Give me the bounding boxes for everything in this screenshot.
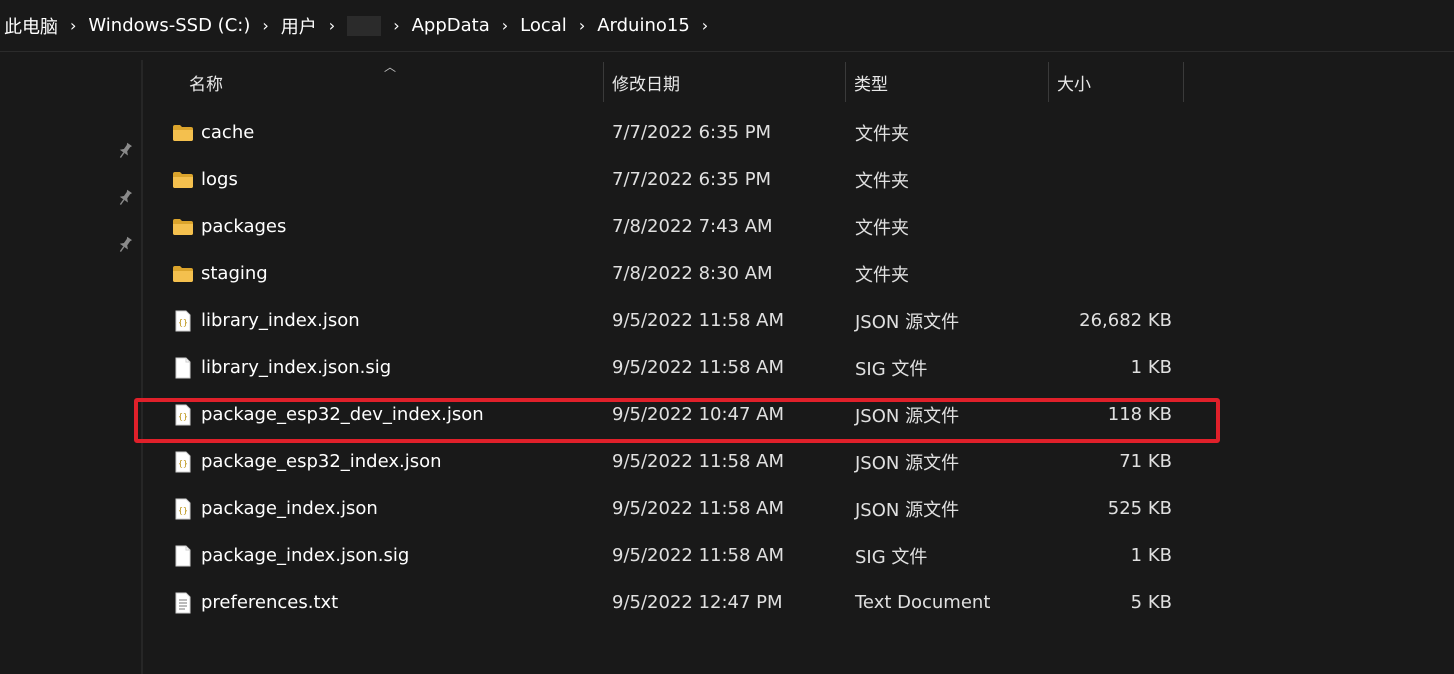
column-header-type[interactable]: 类型 <box>854 62 1044 102</box>
json-file-icon: {} <box>171 297 195 344</box>
file-type: 文件夹 <box>855 217 909 239</box>
file-size: 71 KB <box>1119 451 1172 472</box>
column-header-name[interactable]: 名称 <box>189 62 599 102</box>
file-name: library_index.json.sig <box>201 357 392 378</box>
file-modified-date: 7/8/2022 8:30 AM <box>612 263 773 284</box>
file-type: SIG 文件 <box>855 546 928 568</box>
svg-text:{}: {} <box>178 318 188 327</box>
breadcrumb-arduino15[interactable]: Arduino15 <box>593 15 694 36</box>
file-name: cache <box>201 122 255 143</box>
file-type: Text Document <box>855 592 991 613</box>
column-separator[interactable] <box>603 62 604 102</box>
file-size: 525 KB <box>1107 498 1172 519</box>
file-row[interactable]: logs 7/7/2022 6:35 PM 文件夹 <box>160 156 1190 203</box>
chevron-right-icon[interactable]: › <box>385 16 407 35</box>
file-type: 文件夹 <box>855 170 909 192</box>
file-name: package_index.json.sig <box>201 545 410 566</box>
file-size: 26,682 KB <box>1079 310 1172 331</box>
file-modified-date: 9/5/2022 11:58 AM <box>612 498 785 519</box>
file-name: preferences.txt <box>201 592 339 613</box>
file-modified-date: 9/5/2022 11:58 AM <box>612 451 785 472</box>
svg-text:{}: {} <box>178 506 188 515</box>
file-row[interactable]: cache 7/7/2022 6:35 PM 文件夹 <box>160 109 1190 156</box>
file-row[interactable]: {} library_index.json 9/5/2022 11:58 AM JSO… <box>160 297 1190 344</box>
file-type: SIG 文件 <box>855 358 928 380</box>
file-row[interactable]: library_index.json.sig 9/5/2022 11:58 AM S… <box>160 344 1190 391</box>
file-size <box>1030 109 1172 156</box>
file-modified-date: 9/5/2022 12:47 PM <box>612 592 783 613</box>
pin-icon[interactable] <box>115 188 135 208</box>
file-row[interactable]: {} package_index.json 9/5/2022 11:58 AM JSO… <box>160 485 1190 532</box>
chevron-right-icon[interactable]: › <box>694 16 716 35</box>
chevron-right-icon[interactable]: › <box>494 16 516 35</box>
file-row[interactable]: packages 7/8/2022 7:43 AM 文件夹 <box>160 203 1190 250</box>
blank-file-icon <box>171 344 195 391</box>
file-modified-date: 7/8/2022 7:43 AM <box>612 216 773 237</box>
file-type: JSON 源文件 <box>855 311 960 333</box>
highlight-annotation <box>134 398 1220 443</box>
file-row[interactable]: {} package_esp32_index.json 9/5/2022 11:58… <box>160 438 1190 485</box>
file-name: library_index.json <box>201 310 360 331</box>
blank-file-icon <box>171 532 195 579</box>
chevron-right-icon[interactable]: › <box>62 16 84 35</box>
folder-icon <box>171 250 195 297</box>
file-row[interactable]: preferences.txt 9/5/2022 12:47 PM Text Doc… <box>160 579 1190 626</box>
file-name: package_esp32_index.json <box>201 451 442 472</box>
chevron-right-icon[interactable]: › <box>571 16 593 35</box>
breadcrumb-user-redacted[interactable] <box>347 15 382 36</box>
chevron-right-icon[interactable]: › <box>254 16 276 35</box>
file-size <box>1030 156 1172 203</box>
file-size: 5 KB <box>1130 592 1172 613</box>
file-type: JSON 源文件 <box>855 499 960 521</box>
file-size <box>1030 250 1172 297</box>
pin-icon[interactable] <box>115 141 135 161</box>
breadcrumb-this-pc[interactable]: 此电脑 <box>0 13 62 39</box>
navigation-pane-divider[interactable] <box>141 60 143 674</box>
file-row[interactable]: package_index.json.sig 9/5/2022 11:58 AM S… <box>160 532 1190 579</box>
breadcrumb-local[interactable]: Local <box>516 15 571 36</box>
column-separator[interactable] <box>1183 62 1184 102</box>
folder-icon <box>171 203 195 250</box>
column-header-size[interactable]: 大小 <box>1057 62 1177 102</box>
breadcrumb-users[interactable]: 用户 <box>277 13 321 39</box>
text-file-icon <box>171 579 195 626</box>
chevron-right-icon[interactable]: › <box>321 16 343 35</box>
file-name: logs <box>201 169 238 190</box>
folder-icon <box>171 156 195 203</box>
column-separator[interactable] <box>845 62 846 102</box>
breadcrumb: 此电脑 › Windows-SSD (C:) › 用户 › › AppData … <box>0 0 1454 52</box>
breadcrumb-drive[interactable]: Windows-SSD (C:) <box>84 15 254 36</box>
breadcrumb-appdata[interactable]: AppData <box>408 15 494 36</box>
pin-icon[interactable] <box>115 235 135 255</box>
file-size: 1 KB <box>1130 357 1172 378</box>
column-header-row: ︿ 名称 修改日期 类型 大小 <box>160 60 1190 102</box>
file-modified-date: 7/7/2022 6:35 PM <box>612 169 772 190</box>
file-modified-date: 9/5/2022 11:58 AM <box>612 357 785 378</box>
file-type: 文件夹 <box>855 264 909 286</box>
file-modified-date: 7/7/2022 6:35 PM <box>612 122 772 143</box>
file-type: JSON 源文件 <box>855 452 960 474</box>
column-separator[interactable] <box>1048 62 1049 102</box>
file-name: package_index.json <box>201 498 378 519</box>
json-file-icon: {} <box>171 485 195 532</box>
file-modified-date: 9/5/2022 11:58 AM <box>612 545 785 566</box>
json-file-icon: {} <box>171 438 195 485</box>
file-size: 1 KB <box>1130 545 1172 566</box>
file-row[interactable]: staging 7/8/2022 8:30 AM 文件夹 <box>160 250 1190 297</box>
file-modified-date: 9/5/2022 11:58 AM <box>612 310 785 331</box>
file-name: staging <box>201 263 268 284</box>
file-type: 文件夹 <box>855 123 909 145</box>
file-size <box>1030 203 1172 250</box>
column-header-date[interactable]: 修改日期 <box>612 62 842 102</box>
file-name: packages <box>201 216 287 237</box>
folder-icon <box>171 109 195 156</box>
svg-text:{}: {} <box>178 459 188 468</box>
